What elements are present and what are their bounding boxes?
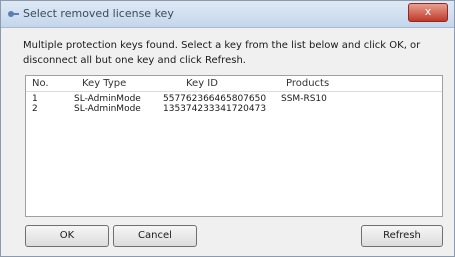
key-list[interactable]: No. Key Type Key ID Products 1 SL-AdminM… — [25, 75, 443, 217]
ok-button[interactable]: OK — [25, 225, 109, 247]
column-header-key-type[interactable]: Key Type — [82, 78, 126, 89]
row-key-type: SL-AdminMode — [74, 104, 141, 114]
license-key-dialog: Select removed license key x Multiple pr… — [0, 0, 455, 257]
instruction-text: Multiple protection keys found. Select a… — [23, 40, 421, 66]
row-no: 1 — [32, 94, 38, 104]
column-header-no[interactable]: No. — [32, 78, 49, 89]
column-header-products[interactable]: Products — [286, 78, 329, 89]
key-app-icon — [8, 11, 19, 17]
row-products: SSM-RS10 — [281, 94, 327, 104]
window-title: Select removed license key — [23, 7, 174, 20]
row-no: 2 — [32, 104, 38, 114]
refresh-button[interactable]: Refresh — [361, 225, 443, 247]
cancel-button[interactable]: Cancel — [113, 225, 197, 247]
row-key-id: 557762366465807650 — [163, 94, 267, 104]
header-divider — [26, 91, 442, 92]
row-key-type: SL-AdminMode — [74, 94, 141, 104]
row-key-id: 135374233341720473 — [163, 104, 267, 114]
dialog-body: Multiple protection keys found. Select a… — [1, 28, 454, 256]
close-button[interactable]: x — [408, 3, 448, 22]
title-bar: Select removed license key x — [1, 1, 454, 28]
column-header-key-id[interactable]: Key ID — [186, 78, 218, 89]
